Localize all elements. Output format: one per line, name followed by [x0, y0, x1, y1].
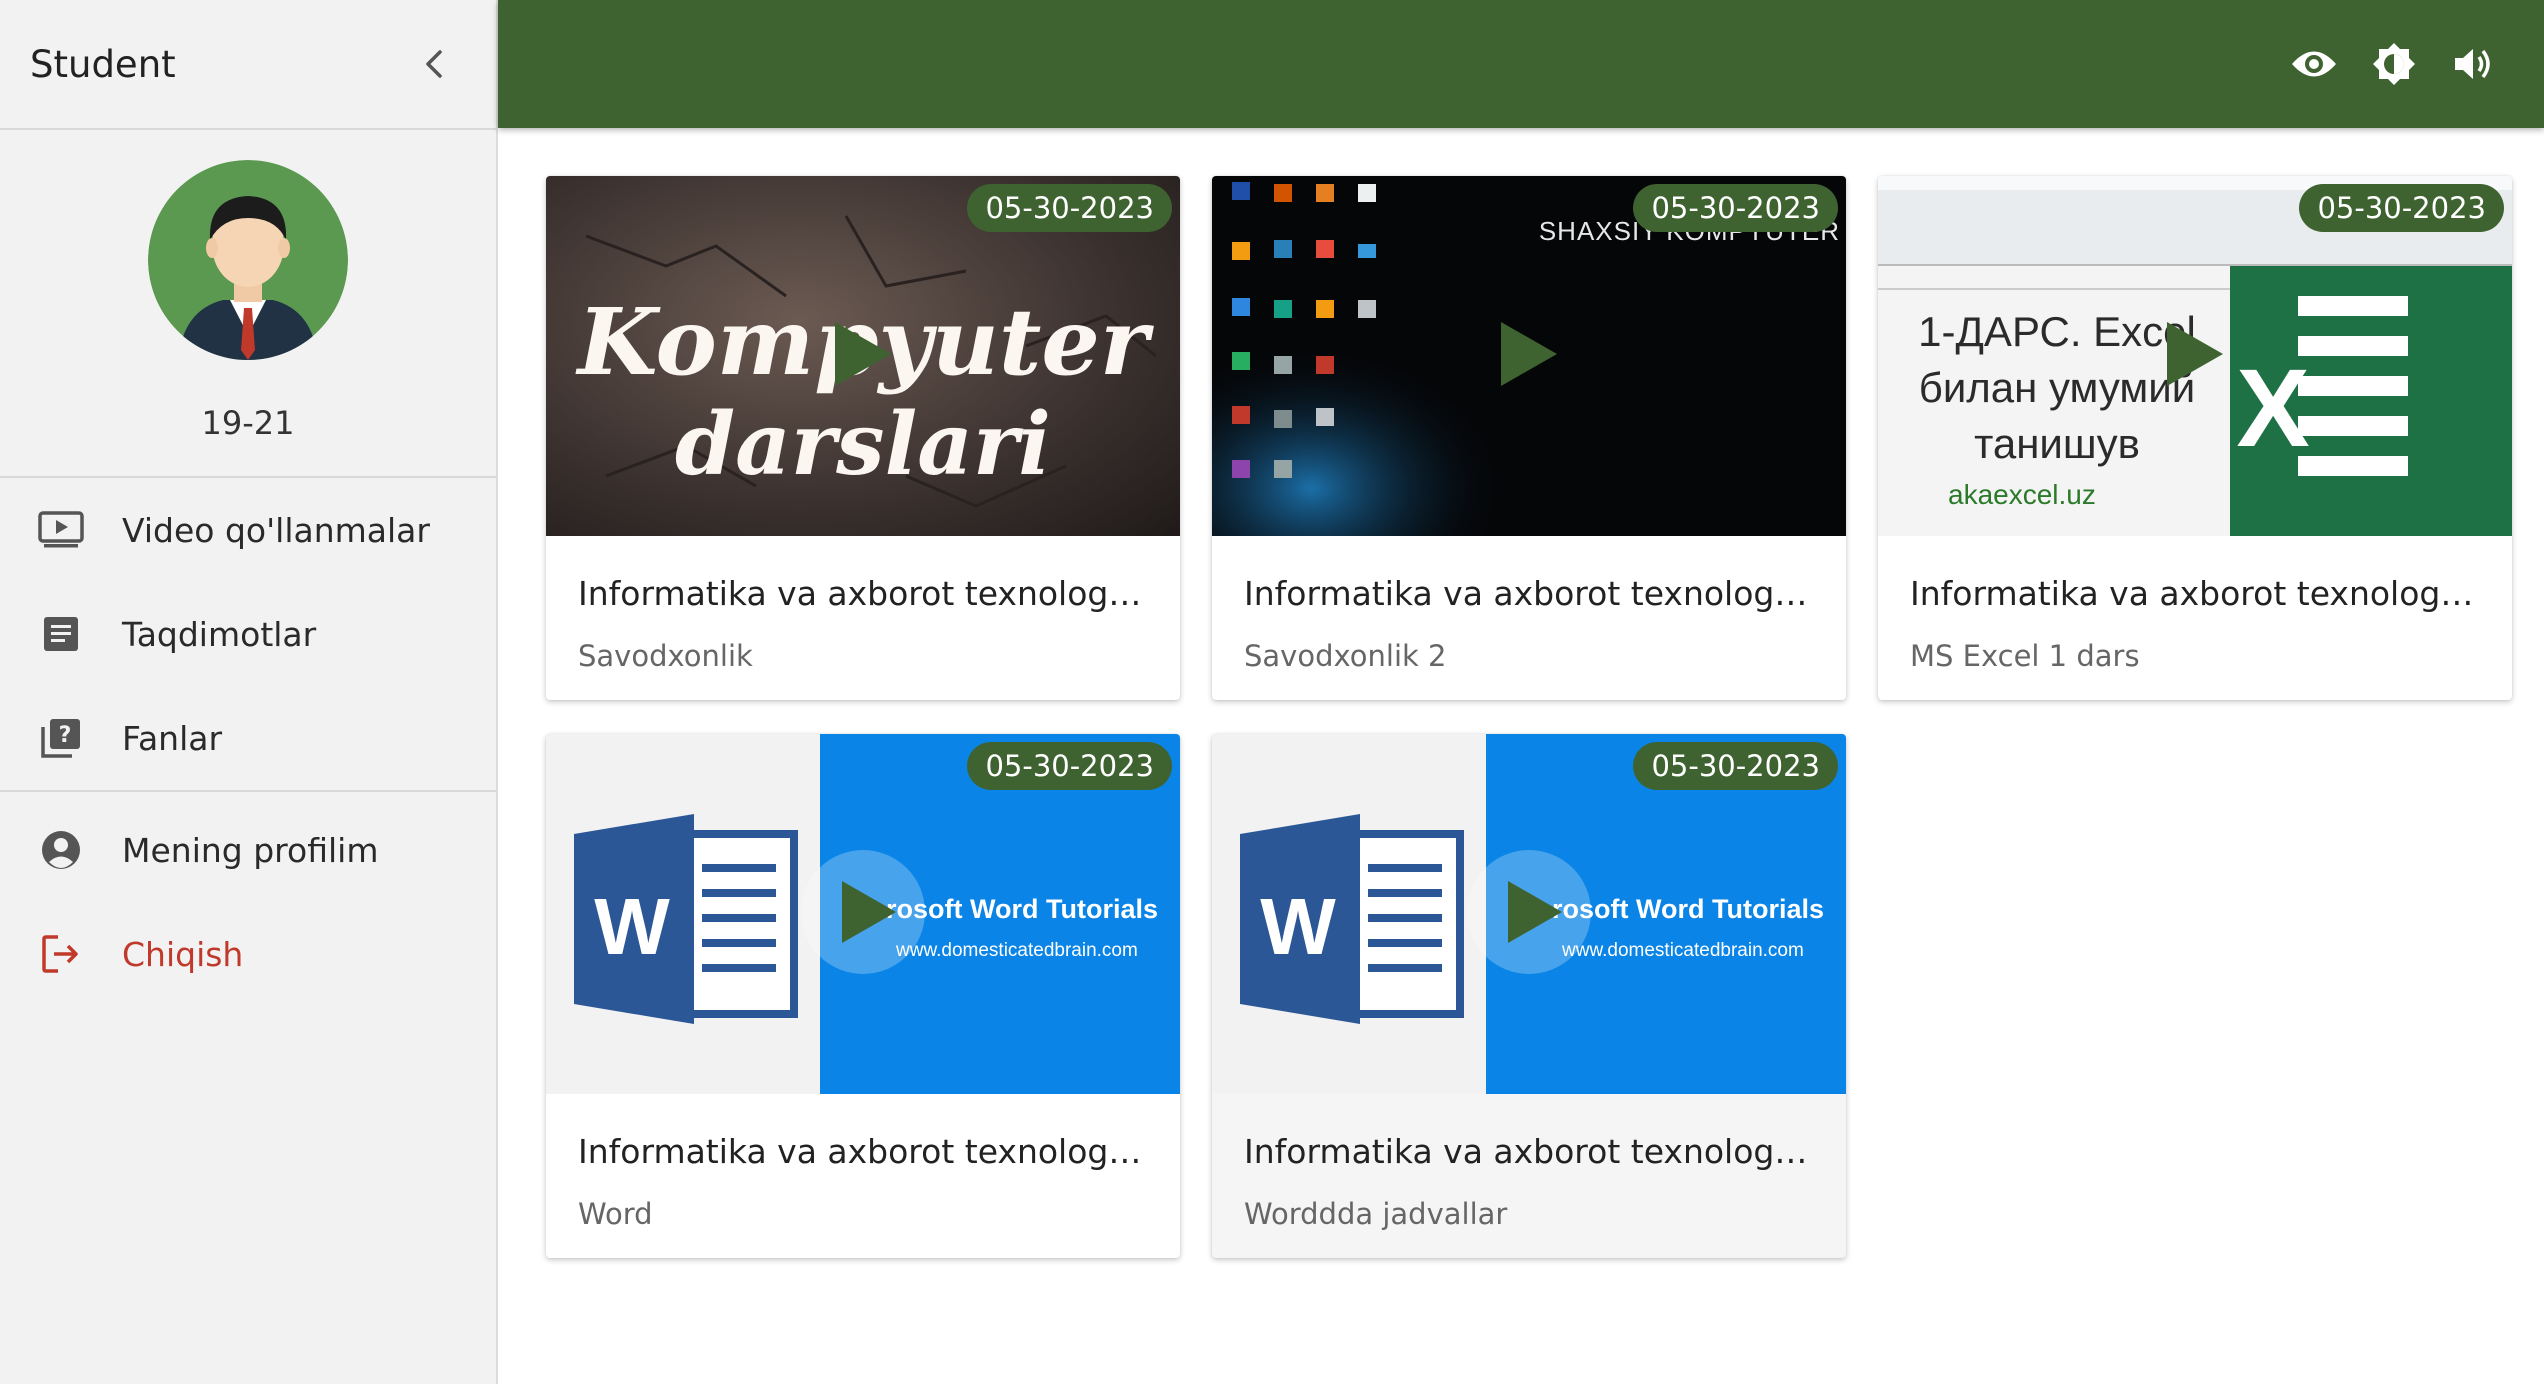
sidebar-title: Student	[30, 42, 176, 86]
avatar[interactable]	[148, 160, 348, 360]
date-badge: 05-30-2023	[967, 742, 1172, 790]
nav-item-fanlar[interactable]: ? Fanlar	[0, 686, 496, 790]
card-title: Informatika va axborot texnologiya...	[578, 1132, 1148, 1171]
video-thumbnail: Kompyuter darslari 05-30-2023	[546, 176, 1180, 536]
word-logo: W	[574, 814, 798, 1024]
play-icon[interactable]	[1464, 847, 1594, 981]
logout-icon	[38, 931, 84, 977]
video-card-1[interactable]: Kompyuter darslari 05-30-2023 Informatik…	[546, 176, 1180, 700]
card-body: Informatika va axborot texnologiya... Wo…	[546, 1094, 1180, 1231]
video-thumbnail: W rosoft Word Tutorials www.domesticated…	[1212, 734, 1846, 1094]
card-title: Informatika va axborot texnologiya...	[1244, 574, 1814, 613]
nav-label-logout: Chiqish	[122, 934, 244, 974]
video-card-4[interactable]: W rosoft Word Tutorials www.domesticated…	[546, 734, 1180, 1258]
app: Student 19-21 Video qo'llanmalar Taqdimo…	[0, 0, 2544, 1384]
top-app-bar	[498, 0, 2544, 128]
volume-icon[interactable]	[2444, 34, 2504, 94]
nav-label-taqdimotlar: Taqdimotlar	[122, 614, 317, 654]
eye-icon[interactable]	[2284, 34, 2344, 94]
play-icon[interactable]	[831, 318, 895, 394]
card-title: Informatika va axborot texnologiya...	[578, 574, 1148, 613]
thumb-line3: танишув	[1974, 420, 2140, 467]
play-icon[interactable]	[2163, 318, 2227, 394]
nav-item-logout[interactable]: Chiqish	[0, 902, 496, 1006]
video-card-5[interactable]: W rosoft Word Tutorials www.domesticated…	[1212, 734, 1846, 1258]
card-subtitle: Savodxonlik 2	[1244, 639, 1447, 673]
document-icon	[38, 611, 84, 657]
thumb-site: www.domesticatedbrain.com	[896, 940, 1138, 961]
profile-section: 19-21	[0, 130, 496, 478]
card-subtitle: Savodxonlik	[578, 639, 753, 673]
sidebar-header: Student	[0, 0, 496, 130]
svg-text:X: X	[2236, 347, 2309, 470]
video-play-icon	[38, 507, 84, 553]
card-subtitle: Worddda jadvallar	[1244, 1197, 1508, 1231]
card-body: Informatika va axborot texnologiya... Sa…	[1212, 536, 1846, 673]
nav-item-taqdimotlar[interactable]: Taqdimotlar	[0, 582, 496, 686]
nav-label-profile: Mening profilim	[122, 830, 379, 870]
nav-item-profile[interactable]: Mening profilim	[0, 798, 496, 902]
student-group: 19-21	[201, 404, 295, 442]
card-body: Informatika va axborot texnologiya... Wo…	[1212, 1094, 1846, 1231]
svg-text:?: ?	[59, 723, 72, 748]
date-badge: 05-30-2023	[1633, 184, 1838, 232]
nav-label-fanlar: Fanlar	[122, 718, 223, 758]
thumb-site: akaexcel.uz	[1948, 479, 2096, 510]
card-subtitle: MS Excel 1 dars	[1910, 639, 2140, 673]
play-icon[interactable]	[1497, 318, 1561, 394]
nav-item-video[interactable]: Video qo'llanmalar	[0, 478, 496, 582]
video-grid: Kompyuter darslari 05-30-2023 Informatik…	[498, 128, 2544, 1384]
video-thumbnail: W rosoft Word Tutorials www.domesticated…	[546, 734, 1180, 1094]
thumb-site: www.domesticatedbrain.com	[1562, 940, 1804, 961]
chevron-left-icon[interactable]	[414, 44, 454, 84]
card-title: Informatika va axborot texnologiya...	[1244, 1132, 1814, 1171]
date-badge: 05-30-2023	[967, 184, 1172, 232]
card-title: Informatika va axborot texnologiya...	[1910, 574, 2480, 613]
video-thumbnail: X 1-ДАРС. Excel билан умумий танишув aka…	[1878, 176, 2512, 536]
thumb-title-line2: darslari	[675, 394, 1051, 495]
sidebar: Student 19-21 Video qo'llanmalar Taqdimo…	[0, 0, 498, 1384]
nav-secondary: Mening profilim Chiqish	[0, 792, 496, 1006]
nav-primary: Video qo'llanmalar Taqdimotlar ? Fanlar	[0, 478, 496, 790]
quiz-icon: ?	[38, 715, 84, 761]
date-badge: 05-30-2023	[2299, 184, 2504, 232]
nav-label-video: Video qo'llanmalar	[122, 510, 430, 550]
card-subtitle: Word	[578, 1197, 653, 1231]
svg-text:W: W	[594, 882, 670, 971]
video-card-2[interactable]: SHAXSIY KOMPYUTER 05-30-2023 Informatika…	[1212, 176, 1846, 700]
card-body: Informatika va axborot texnologiya... MS…	[1878, 536, 2512, 673]
svg-text:W: W	[1260, 882, 1336, 971]
account-circle-icon	[38, 827, 84, 873]
card-body: Informatika va axborot texnologiya... Sa…	[546, 536, 1180, 673]
date-badge: 05-30-2023	[1633, 742, 1838, 790]
video-thumbnail: SHAXSIY KOMPYUTER 05-30-2023	[1212, 176, 1846, 536]
video-card-3[interactable]: X 1-ДАРС. Excel билан умумий танишув aka…	[1878, 176, 2512, 700]
play-icon[interactable]	[798, 847, 928, 981]
word-logo: W	[1240, 814, 1464, 1024]
brightness-icon[interactable]	[2364, 34, 2424, 94]
